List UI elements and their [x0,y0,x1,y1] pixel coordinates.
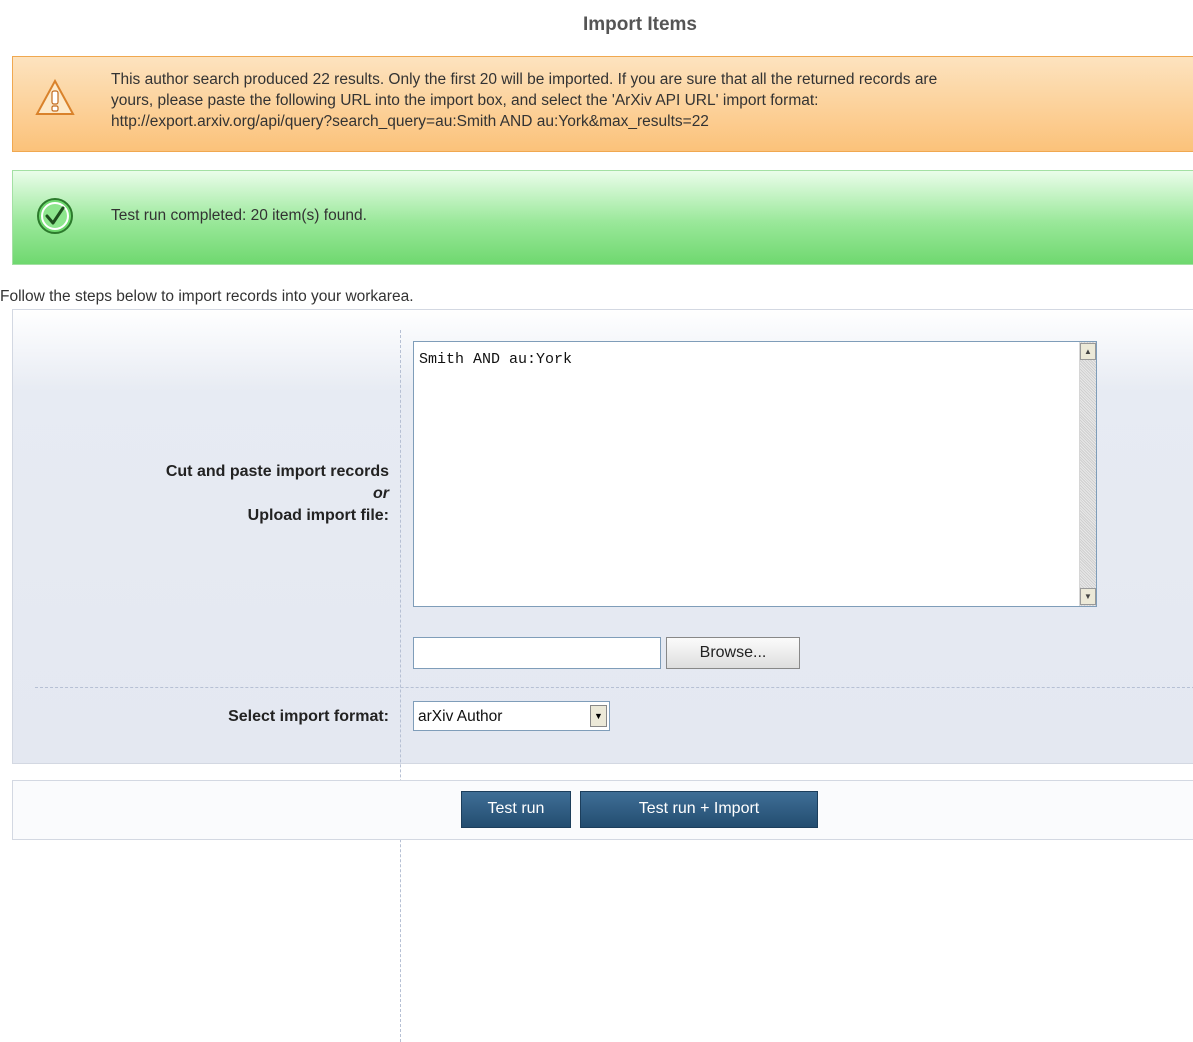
check-circle-icon [36,197,74,235]
action-bar: Test run Test run + Import [12,780,1193,840]
textarea-scrollbar[interactable]: ▲ ▼ [1079,342,1096,606]
upload-label: Upload import file: [247,507,389,524]
page-title: Import Items [582,14,698,35]
upload-file-input[interactable] [413,637,661,669]
intro-text: Follow the steps below to import records… [0,288,414,305]
warning-box: This author search produced 22 results. … [12,56,1193,152]
warning-line-2: yours, please paste the following URL in… [111,92,819,109]
warning-text: This author search produced 22 results. … [111,69,937,132]
import-records-textarea[interactable]: Smith AND au:York ▲ ▼ [413,341,1097,607]
scroll-up-icon[interactable]: ▲ [1080,343,1096,360]
row-divider [35,687,1193,688]
chevron-down-icon[interactable]: ▼ [590,705,607,727]
import-records-label: Cut and paste import records or Upload i… [13,461,389,527]
column-divider [400,330,401,1042]
import-form-panel: Cut and paste import records or Upload i… [12,309,1193,1042]
warning-line-1: This author search produced 22 results. … [111,71,938,88]
test-run-button[interactable]: Test run [461,791,571,828]
warning-triangle-icon [35,78,75,117]
textarea-content: Smith AND au:York [419,351,573,368]
scroll-down-icon[interactable]: ▼ [1080,588,1096,605]
or-label: or [373,485,389,502]
paste-label: Cut and paste import records [165,463,389,480]
success-box: Test run completed: 20 item(s) found. [12,170,1193,265]
browse-button[interactable]: Browse... [666,637,800,669]
success-message: Test run completed: 20 item(s) found. [111,207,367,224]
import-format-select[interactable]: arXiv Author ▼ [413,701,610,731]
warning-url: http://export.arxiv.org/api/query?search… [111,113,709,130]
test-run-import-button[interactable]: Test run + Import [580,791,818,828]
format-label: Select import format: [228,708,389,725]
import-format-value: arXiv Author [418,708,503,725]
